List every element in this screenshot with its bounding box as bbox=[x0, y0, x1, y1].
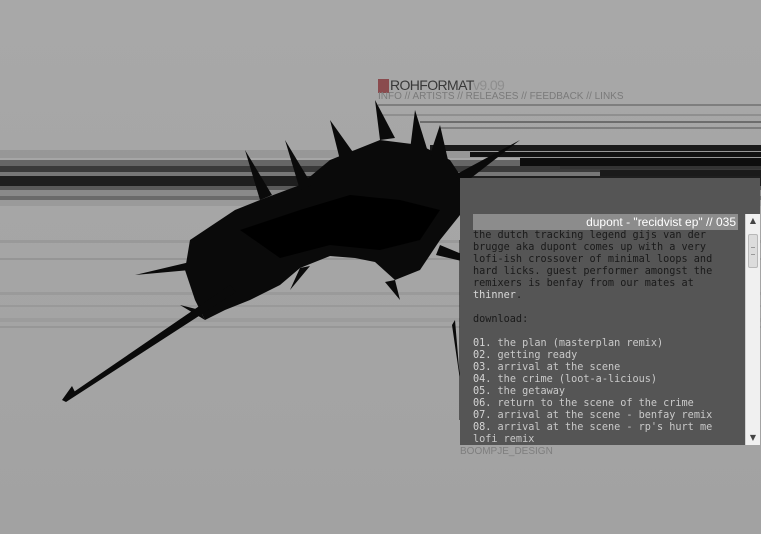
track-list: 01. the plan (masterplan remix) 02. getti… bbox=[473, 338, 738, 445]
release-title-bar: dupont - "recidvist ep" // 035 bbox=[473, 214, 738, 230]
track-item[interactable]: 05. the getaway bbox=[473, 386, 738, 398]
track-item[interactable]: 08. arrival at the scene - rp's hurt me … bbox=[473, 422, 738, 445]
design-credit[interactable]: BOOMPJE_DESIGN bbox=[460, 446, 553, 457]
track-name: the plan (masterplan remix) bbox=[497, 338, 664, 349]
track-item[interactable]: 02. getting ready bbox=[473, 350, 738, 362]
thinner-link[interactable]: thinner bbox=[473, 290, 516, 301]
nav-separator: // bbox=[521, 91, 527, 102]
download-label: download: bbox=[473, 314, 529, 325]
scrollbar[interactable]: ▲ ▼ bbox=[745, 214, 760, 445]
track-name: arrival at the scene - rp's hurt me lofi… bbox=[473, 422, 713, 445]
nav-item-artists[interactable]: ARTISTS bbox=[412, 91, 454, 102]
track-name: arrival at the scene bbox=[497, 362, 621, 373]
nav-separator: // bbox=[586, 91, 592, 102]
nav-item-links[interactable]: LINKS bbox=[595, 91, 624, 102]
track-name: the crime (loot-a-licious) bbox=[497, 374, 658, 385]
track-name: getting ready bbox=[497, 350, 578, 361]
release-content[interactable]: the dutch tracking legend gijs van der b… bbox=[473, 230, 738, 445]
track-name: the getaway bbox=[497, 386, 566, 397]
nav-item-feedback[interactable]: FEEDBACK bbox=[530, 91, 584, 102]
release-title: dupont - "recidvist ep" // 035 bbox=[586, 215, 736, 229]
track-number: 06. bbox=[473, 398, 492, 409]
track-name: return to the scene of the crime bbox=[497, 398, 694, 409]
track-number: 04. bbox=[473, 374, 492, 385]
scrollbar-thumb[interactable] bbox=[748, 234, 758, 268]
nav-separator: // bbox=[457, 91, 463, 102]
track-number: 08. bbox=[473, 422, 492, 433]
scroll-up-arrow-icon[interactable]: ▲ bbox=[746, 214, 760, 228]
track-item[interactable]: 07. arrival at the scene - benfay remix bbox=[473, 410, 738, 422]
track-name: arrival at the scene - benfay remix bbox=[497, 410, 713, 421]
scroll-down-arrow-icon[interactable]: ▼ bbox=[746, 431, 760, 445]
track-number: 02. bbox=[473, 350, 492, 361]
nav-separator: // bbox=[404, 91, 411, 102]
track-number: 05. bbox=[473, 386, 492, 397]
track-number: 01. bbox=[473, 338, 492, 349]
track-number: 07. bbox=[473, 410, 492, 421]
main-nav: INFO // ARTISTS // RELEASES // FEEDBACK … bbox=[378, 91, 624, 102]
nav-item-releases[interactable]: RELEASES bbox=[466, 91, 519, 102]
track-item[interactable]: 04. the crime (loot-a-licious) bbox=[473, 374, 738, 386]
track-item[interactable]: 01. the plan (masterplan remix) bbox=[473, 338, 738, 350]
track-item[interactable]: 06. return to the scene of the crime bbox=[473, 398, 738, 410]
nav-item-info[interactable]: INFO bbox=[378, 91, 402, 102]
track-number: 03. bbox=[473, 362, 492, 373]
release-description: the dutch tracking legend gijs van der b… bbox=[473, 230, 713, 301]
track-item[interactable]: 03. arrival at the scene bbox=[473, 362, 738, 374]
